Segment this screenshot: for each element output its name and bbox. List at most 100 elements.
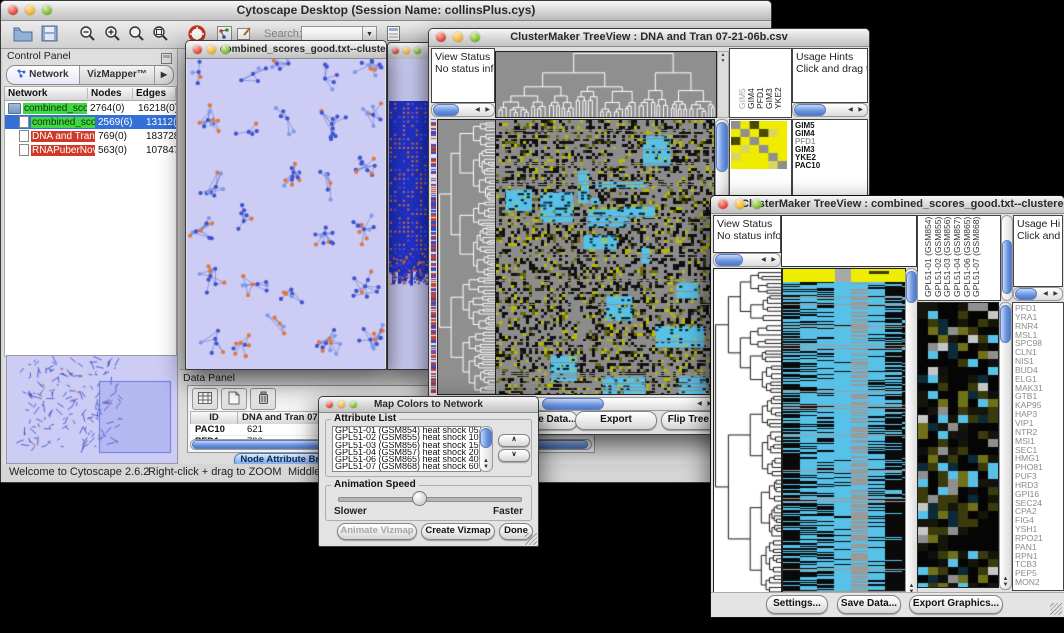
speed-slider-track[interactable] — [338, 497, 522, 502]
tv1-heatmap-vscroll-thumb[interactable] — [716, 122, 728, 172]
attribute-list-item[interactable]: GPL51-04 (GSM857) heat shock 20 min — [333, 449, 480, 456]
background-network-view[interactable] — [388, 59, 429, 369]
network-nodes-count: 2764(0) — [87, 103, 135, 114]
tv2-resize-grip[interactable] — [1050, 603, 1062, 615]
zoom-selected-icon[interactable] — [128, 25, 146, 48]
network-row[interactable]: DNA and Tran 07 769(0) 183728(0) — [5, 129, 176, 143]
close-button[interactable] — [392, 47, 399, 54]
column-header-edges[interactable]: Edges — [133, 88, 176, 99]
attribute-list-vscrollbar[interactable] — [479, 426, 493, 472]
close-button[interactable] — [8, 5, 18, 15]
move-attribute-up-button[interactable]: ∧ — [498, 434, 530, 447]
tv2-export-graphics-button[interactable]: Export Graphics... — [909, 595, 1003, 614]
tv1-zoom-heatmap[interactable] — [731, 121, 787, 169]
tv1-usage-hscroll-thumb[interactable] — [794, 104, 826, 116]
zoom-in-icon[interactable] — [104, 25, 122, 48]
minimize-button[interactable] — [453, 32, 463, 42]
attribute-listbox[interactable]: GPL51-01 (GSM854) heat shock 05 minGPL51… — [332, 426, 481, 472]
background-window-title-bar[interactable] — [388, 43, 429, 60]
tv2-zoom-vscrollbar[interactable] — [999, 302, 1012, 590]
attribute-list-vscroll-thumb[interactable] — [480, 428, 492, 448]
tv1-heatmap-hscroll-thumb[interactable] — [542, 398, 604, 410]
minimize-button[interactable] — [403, 47, 410, 54]
select-attributes-button[interactable] — [192, 388, 218, 410]
zoom-fit-icon[interactable] — [152, 25, 170, 48]
network-row[interactable]: combined_scores 2764(0) 16218(0) — [5, 101, 176, 115]
create-vizmap-button[interactable]: Create Vizmap — [421, 523, 495, 540]
tab-vizmapper[interactable]: VizMapper™ — [80, 66, 155, 84]
tab-overflow-arrow[interactable]: ▶ — [155, 66, 173, 84]
zoom-window-button[interactable] — [414, 47, 421, 54]
tv2-global-heatmap[interactable] — [782, 268, 906, 595]
tv2-usage-hscroll-thumb[interactable] — [1015, 288, 1037, 300]
column-header-network[interactable]: Network — [5, 88, 88, 99]
tv2-collabel-vscroll-thumb[interactable] — [1002, 240, 1012, 294]
delete-attribute-button[interactable] — [250, 388, 276, 410]
move-attribute-down-button[interactable]: ∨ — [498, 449, 530, 462]
gene-label: RPN1 — [1013, 552, 1063, 561]
attribute-list-item[interactable]: GPL51-01 (GSM854) heat shock 05 min — [333, 427, 480, 434]
minimize-button[interactable] — [25, 5, 35, 15]
lattice-network-canvas[interactable] — [389, 101, 428, 293]
gene-label: NIS1 — [1013, 357, 1063, 366]
treeview1-title-bar[interactable]: ClusterMaker TreeView : DNA and Tran 07-… — [429, 29, 869, 47]
tv1-column-dendrogram[interactable] — [495, 51, 717, 118]
minimize-button[interactable] — [338, 401, 345, 408]
tv2-collabel-vscrollbar[interactable] — [1001, 215, 1013, 301]
minimize-button[interactable] — [735, 199, 745, 209]
tv1-status-hscrollbar[interactable] — [431, 103, 495, 117]
open-file-button[interactable] — [13, 25, 33, 47]
tv2-usage-hscrollbar[interactable] — [1013, 287, 1063, 301]
zoom-window-button[interactable] — [42, 5, 52, 15]
speed-slider-thumb[interactable] — [412, 491, 427, 506]
tv2-settings-button[interactable]: Settings... — [766, 595, 828, 614]
tv2-save-data-button[interactable]: Save Data... — [837, 595, 901, 614]
attribute-list-item[interactable]: GPL51-07 (GSM868) heat shock 60 min — [333, 463, 480, 470]
network-row[interactable]: combined_sco 2569(6) 13112(15) — [5, 115, 176, 129]
close-button[interactable] — [718, 199, 728, 209]
close-button[interactable] — [436, 32, 446, 42]
tv2-column-dendrogram-area[interactable] — [781, 215, 917, 267]
tv1-export-graphics-button[interactable]: Export Graphics... — [575, 411, 657, 430]
network-view-title-bar[interactable]: combined_scores_good.txt--cluste... — [186, 41, 386, 59]
zoom-out-icon[interactable] — [79, 25, 97, 48]
network-row[interactable]: RNAPuberNov2+ 563(0) 107847(0) — [5, 143, 176, 157]
zoom-window-button[interactable] — [221, 45, 230, 54]
tv1-dendro-arrows[interactable]: ▲▼ — [717, 51, 729, 118]
tv2-row-dendrogram[interactable] — [713, 268, 782, 595]
new-attribute-button[interactable] — [221, 388, 247, 410]
tv2-heatmap-vscroll-thumb[interactable] — [906, 271, 917, 303]
animate-vizmap-button[interactable]: Animate Vizmap — [337, 523, 417, 540]
main-title-bar[interactable]: Cytoscape Desktop (Session Name: collins… — [1, 1, 771, 21]
close-button[interactable] — [326, 401, 333, 408]
tv2-status-hscroll-thumb[interactable] — [715, 254, 743, 266]
tv1-row-dendrogram[interactable] — [437, 119, 496, 395]
dialog-resize-grip[interactable] — [525, 533, 537, 545]
tv2-zoom-heatmap[interactable] — [917, 302, 999, 588]
data-column-id[interactable]: ID — [191, 412, 238, 424]
network-graph-canvas[interactable] — [187, 59, 385, 369]
tv1-global-heatmap[interactable] — [495, 119, 715, 395]
network-overview-canvas[interactable] — [7, 356, 175, 461]
gene-label: PUF3 — [1013, 472, 1063, 481]
treeview2-title-bar[interactable]: ClusterMaker TreeView : combined_scores_… — [711, 196, 1064, 214]
network-overview-panel[interactable] — [6, 355, 178, 464]
tab-network[interactable]: Network — [7, 66, 80, 84]
zoom-window-button[interactable] — [470, 32, 480, 42]
attribute-list-item[interactable]: GPL51-06 (GSM865) heat shock 40 min — [333, 456, 480, 463]
close-button[interactable] — [193, 45, 202, 54]
tv1-usage-hscrollbar[interactable] — [792, 103, 868, 117]
save-button[interactable] — [41, 25, 58, 47]
tv2-status-hscrollbar[interactable] — [713, 253, 781, 267]
attribute-list-item[interactable]: GPL51-03 (GSM856) heat shock 15 min — [333, 442, 480, 449]
dialog-title-bar[interactable]: Map Colors to Network — [319, 397, 538, 413]
status-zoom-hint: Right-click + drag to ZOOM — [148, 466, 282, 478]
tv1-view-status-title: View Status — [432, 49, 494, 63]
tv2-zoom-vscroll-thumb[interactable] — [1000, 305, 1011, 343]
tv1-status-hscroll-thumb[interactable] — [433, 104, 459, 116]
attribute-list-item[interactable]: GPL51-02 (GSM855) heat shock 10 min — [333, 434, 480, 441]
column-header-nodes[interactable]: Nodes — [88, 88, 133, 99]
zoom-window-button[interactable] — [752, 199, 762, 209]
minimize-button[interactable] — [207, 45, 216, 54]
zoom-window-button[interactable] — [350, 401, 357, 408]
